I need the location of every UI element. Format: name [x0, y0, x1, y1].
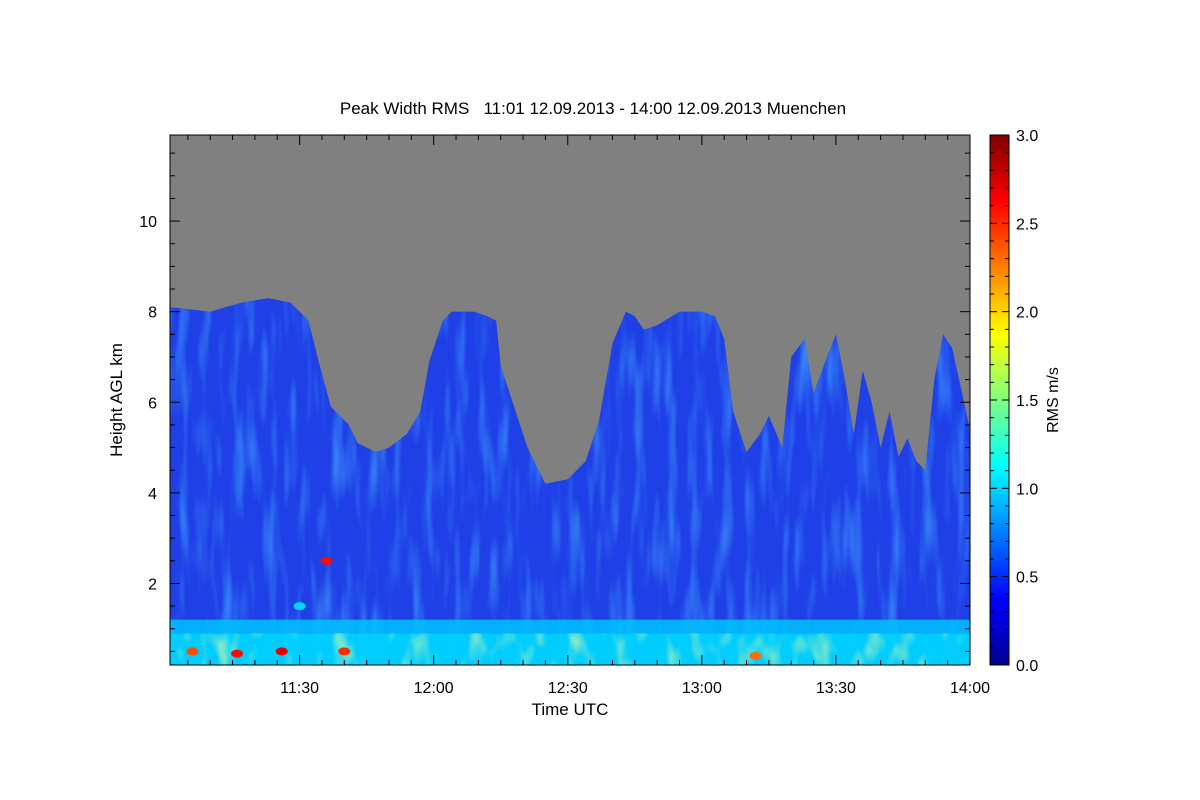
hotspot-1	[320, 556, 333, 565]
y-tick-label: 10	[139, 214, 157, 231]
hotspot-3	[231, 649, 244, 658]
x-tick-label: 12:00	[414, 680, 454, 697]
colorbar-tick-label: 0.5	[1016, 570, 1038, 587]
y-tick-label: 4	[148, 486, 157, 503]
plot-area	[170, 135, 970, 665]
x-tick-label: 12:30	[548, 680, 588, 697]
y-tick-label: 2	[148, 576, 157, 593]
colorbar-tick-label: 2.0	[1016, 305, 1038, 322]
hotspot-0	[293, 602, 306, 611]
layer-1	[170, 619, 970, 634]
y-tick-label: 8	[148, 305, 157, 322]
colorbar-tick-label: 3.0	[1016, 128, 1038, 145]
hotspot-2	[186, 647, 199, 656]
x-tick-label: 11:30	[280, 680, 319, 697]
x-tick-label: 13:00	[682, 680, 722, 697]
chart-title: Peak Width RMS 11:01 12.09.2013 - 14:00 …	[340, 99, 846, 118]
y-tick-label: 6	[148, 395, 157, 412]
layer-group	[170, 619, 970, 665]
y-axis-label: Height AGL km	[107, 343, 126, 457]
colorbar-tick-label: 0.0	[1016, 658, 1038, 675]
peak-width-rms-chart: Peak Width RMS 11:01 12.09.2013 - 14:00 …	[107, 99, 1062, 719]
hotspot-5	[338, 647, 351, 656]
colorbar-tick-label: 1.5	[1016, 393, 1038, 410]
x-tick-label: 13:30	[816, 680, 856, 697]
x-tick-label: 14:00	[950, 680, 990, 697]
hotspot-6	[749, 651, 762, 660]
colorbar-tick-label: 1.0	[1016, 481, 1038, 498]
layer-texture-0	[170, 633, 970, 665]
colorbar-label: RMS m/s	[1045, 367, 1062, 433]
colorbar-tick-label: 2.5	[1016, 216, 1038, 233]
hotspot-4	[275, 647, 288, 656]
x-axis-label: Time UTC	[532, 700, 609, 719]
